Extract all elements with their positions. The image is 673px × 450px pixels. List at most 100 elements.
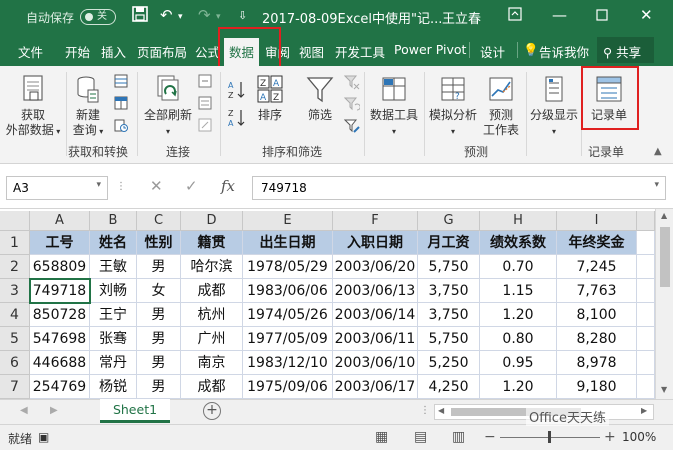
data-cell[interactable]: 1.20 (480, 375, 557, 399)
row-header[interactable]: 3 (0, 279, 30, 303)
data-cell[interactable]: 4,250 (418, 375, 480, 399)
header-cell[interactable]: 性别 (137, 231, 181, 255)
data-cell[interactable]: 2003/06/13 (333, 279, 418, 303)
column-header[interactable]: B (90, 211, 137, 231)
name-box-dropdown-icon[interactable]: ▾ (96, 180, 101, 190)
data-cell[interactable]: 9,180 (557, 375, 637, 399)
maximize-icon[interactable] (596, 7, 608, 25)
data-cell[interactable]: 254769 (30, 375, 90, 399)
header-cell[interactable]: 籍贯 (181, 231, 243, 255)
scroll-left-icon[interactable]: ◀ (438, 406, 444, 415)
insert-function-icon[interactable]: fx (221, 177, 235, 195)
macro-record-icon[interactable]: ▣ (38, 430, 49, 444)
data-cell[interactable]: 0.70 (480, 255, 557, 279)
close-icon[interactable]: ✕ (640, 6, 653, 24)
scroll-up-icon[interactable]: ▲ (661, 211, 667, 220)
expand-formula-icon[interactable]: ▾ (654, 180, 659, 190)
data-cell[interactable]: 男 (137, 303, 181, 327)
data-cell[interactable]: 南京 (181, 351, 243, 375)
data-cell[interactable]: 850728 (30, 303, 90, 327)
column-header[interactable]: E (243, 211, 333, 231)
data-cell[interactable]: 2003/06/20 (333, 255, 418, 279)
user-name[interactable]: 王立春 (442, 8, 481, 27)
data-cell[interactable]: 常丹 (90, 351, 137, 375)
data-cell[interactable]: 王敏 (90, 255, 137, 279)
what-if-analysis-button[interactable]: ? 模拟分析 ▾ (426, 74, 480, 139)
zoom-level[interactable]: 100% (622, 430, 656, 444)
header-cell[interactable]: 出生日期 (243, 231, 333, 255)
select-all-corner[interactable] (0, 211, 30, 231)
data-cell[interactable]: 杭州 (181, 303, 243, 327)
sort-button[interactable]: ZAAZ 排序 (250, 74, 290, 123)
scroll-thumb[interactable] (660, 227, 670, 287)
get-external-data-button[interactable]: 获取 外部数据 ▾ (2, 74, 64, 139)
scroll-sheets-right-icon[interactable]: ▶ (50, 405, 58, 416)
data-cell[interactable]: 2003/06/10 (333, 351, 418, 375)
enter-icon[interactable]: ✓ (185, 177, 198, 195)
minimize-icon[interactable]: — (552, 6, 567, 24)
normal-view-icon[interactable]: ▦ (375, 429, 388, 445)
column-header[interactable]: A (30, 211, 90, 231)
column-header[interactable]: F (333, 211, 418, 231)
column-header[interactable]: D (181, 211, 243, 231)
data-cell[interactable]: 王宁 (90, 303, 137, 327)
data-cell[interactable]: 1978/05/29 (243, 255, 333, 279)
data-cell[interactable]: 7,763 (557, 279, 637, 303)
data-cell[interactable]: 成都 (181, 279, 243, 303)
empty-cell[interactable] (637, 279, 655, 303)
scroll-right-icon[interactable]: ▶ (641, 406, 647, 415)
add-sheet-icon[interactable]: + (203, 402, 221, 420)
outline-button[interactable]: 分级显示 ▾ (526, 74, 582, 139)
data-cell[interactable]: 1.15 (480, 279, 557, 303)
worksheet-grid[interactable]: A B C D E F G H I 1 工号 姓名 性别 籍贯 出生日期 入职日期 月工资 绩效… (0, 209, 673, 399)
data-cell[interactable]: 1977/05/09 (243, 327, 333, 351)
data-cell[interactable]: 男 (137, 375, 181, 399)
properties-icon[interactable] (198, 96, 212, 113)
column-header[interactable]: I (557, 211, 637, 231)
data-cell[interactable]: 658809 (30, 255, 90, 279)
data-cell[interactable]: 0.95 (480, 351, 557, 375)
data-cell[interactable]: 男 (137, 327, 181, 351)
header-cell[interactable]: 姓名 (90, 231, 137, 255)
header-cell[interactable]: 月工资 (418, 231, 480, 255)
header-cell[interactable]: 年终奖金 (557, 231, 637, 255)
new-query-button[interactable]: 新建 查询 ▾ (68, 74, 108, 139)
tell-me-icon[interactable]: 💡 (523, 42, 539, 58)
tab-page-layout[interactable]: 页面布局 (137, 42, 187, 61)
empty-cell[interactable] (637, 351, 655, 375)
data-cell[interactable]: 8,280 (557, 327, 637, 351)
row-header[interactable]: 1 (0, 231, 30, 255)
data-cell[interactable]: 1983/06/06 (243, 279, 333, 303)
reapply-filter-icon[interactable] (343, 96, 361, 115)
data-cell[interactable]: 杨锐 (90, 375, 137, 399)
name-box[interactable]: A3 ▾ (6, 176, 108, 200)
empty-cell[interactable] (637, 375, 655, 399)
scroll-sheets-left-icon[interactable]: ◀ (20, 405, 28, 416)
show-queries-icon[interactable] (114, 74, 128, 91)
cancel-icon[interactable]: ✕ (150, 177, 163, 195)
row-header[interactable]: 6 (0, 351, 30, 375)
data-tools-button[interactable]: 数据工具 ▾ (366, 74, 422, 139)
row-header[interactable]: 4 (0, 303, 30, 327)
refresh-all-button[interactable]: 全部刷新 ▾ (138, 74, 198, 139)
redo-icon[interactable]: ↷ (198, 6, 211, 24)
zoom-slider-thumb[interactable] (548, 431, 551, 443)
data-cell[interactable]: 547698 (30, 327, 90, 351)
ribbon-display-options-icon[interactable] (508, 7, 522, 25)
tab-design[interactable]: 设计 (480, 42, 505, 61)
redo-dropdown-icon[interactable]: ▾ (216, 12, 221, 22)
empty-cell[interactable] (637, 255, 655, 279)
column-header[interactable]: H (480, 211, 557, 231)
empty-cell[interactable] (637, 303, 655, 327)
clear-filter-icon[interactable] (343, 74, 360, 93)
customize-quick-access-icon[interactable]: ⇩ (238, 9, 247, 22)
data-cell[interactable]: 0.80 (480, 327, 557, 351)
advanced-filter-icon[interactable] (343, 118, 360, 137)
zoom-in-icon[interactable]: + (604, 429, 616, 445)
tab-power-pivot[interactable]: Power Pivot (394, 42, 466, 57)
filter-button[interactable]: 筛选 (298, 74, 342, 123)
share-button[interactable]: ⚲ 共享 (597, 37, 654, 63)
data-cell[interactable]: 女 (137, 279, 181, 303)
empty-cell[interactable] (637, 327, 655, 351)
recent-sources-icon[interactable] (114, 118, 128, 135)
